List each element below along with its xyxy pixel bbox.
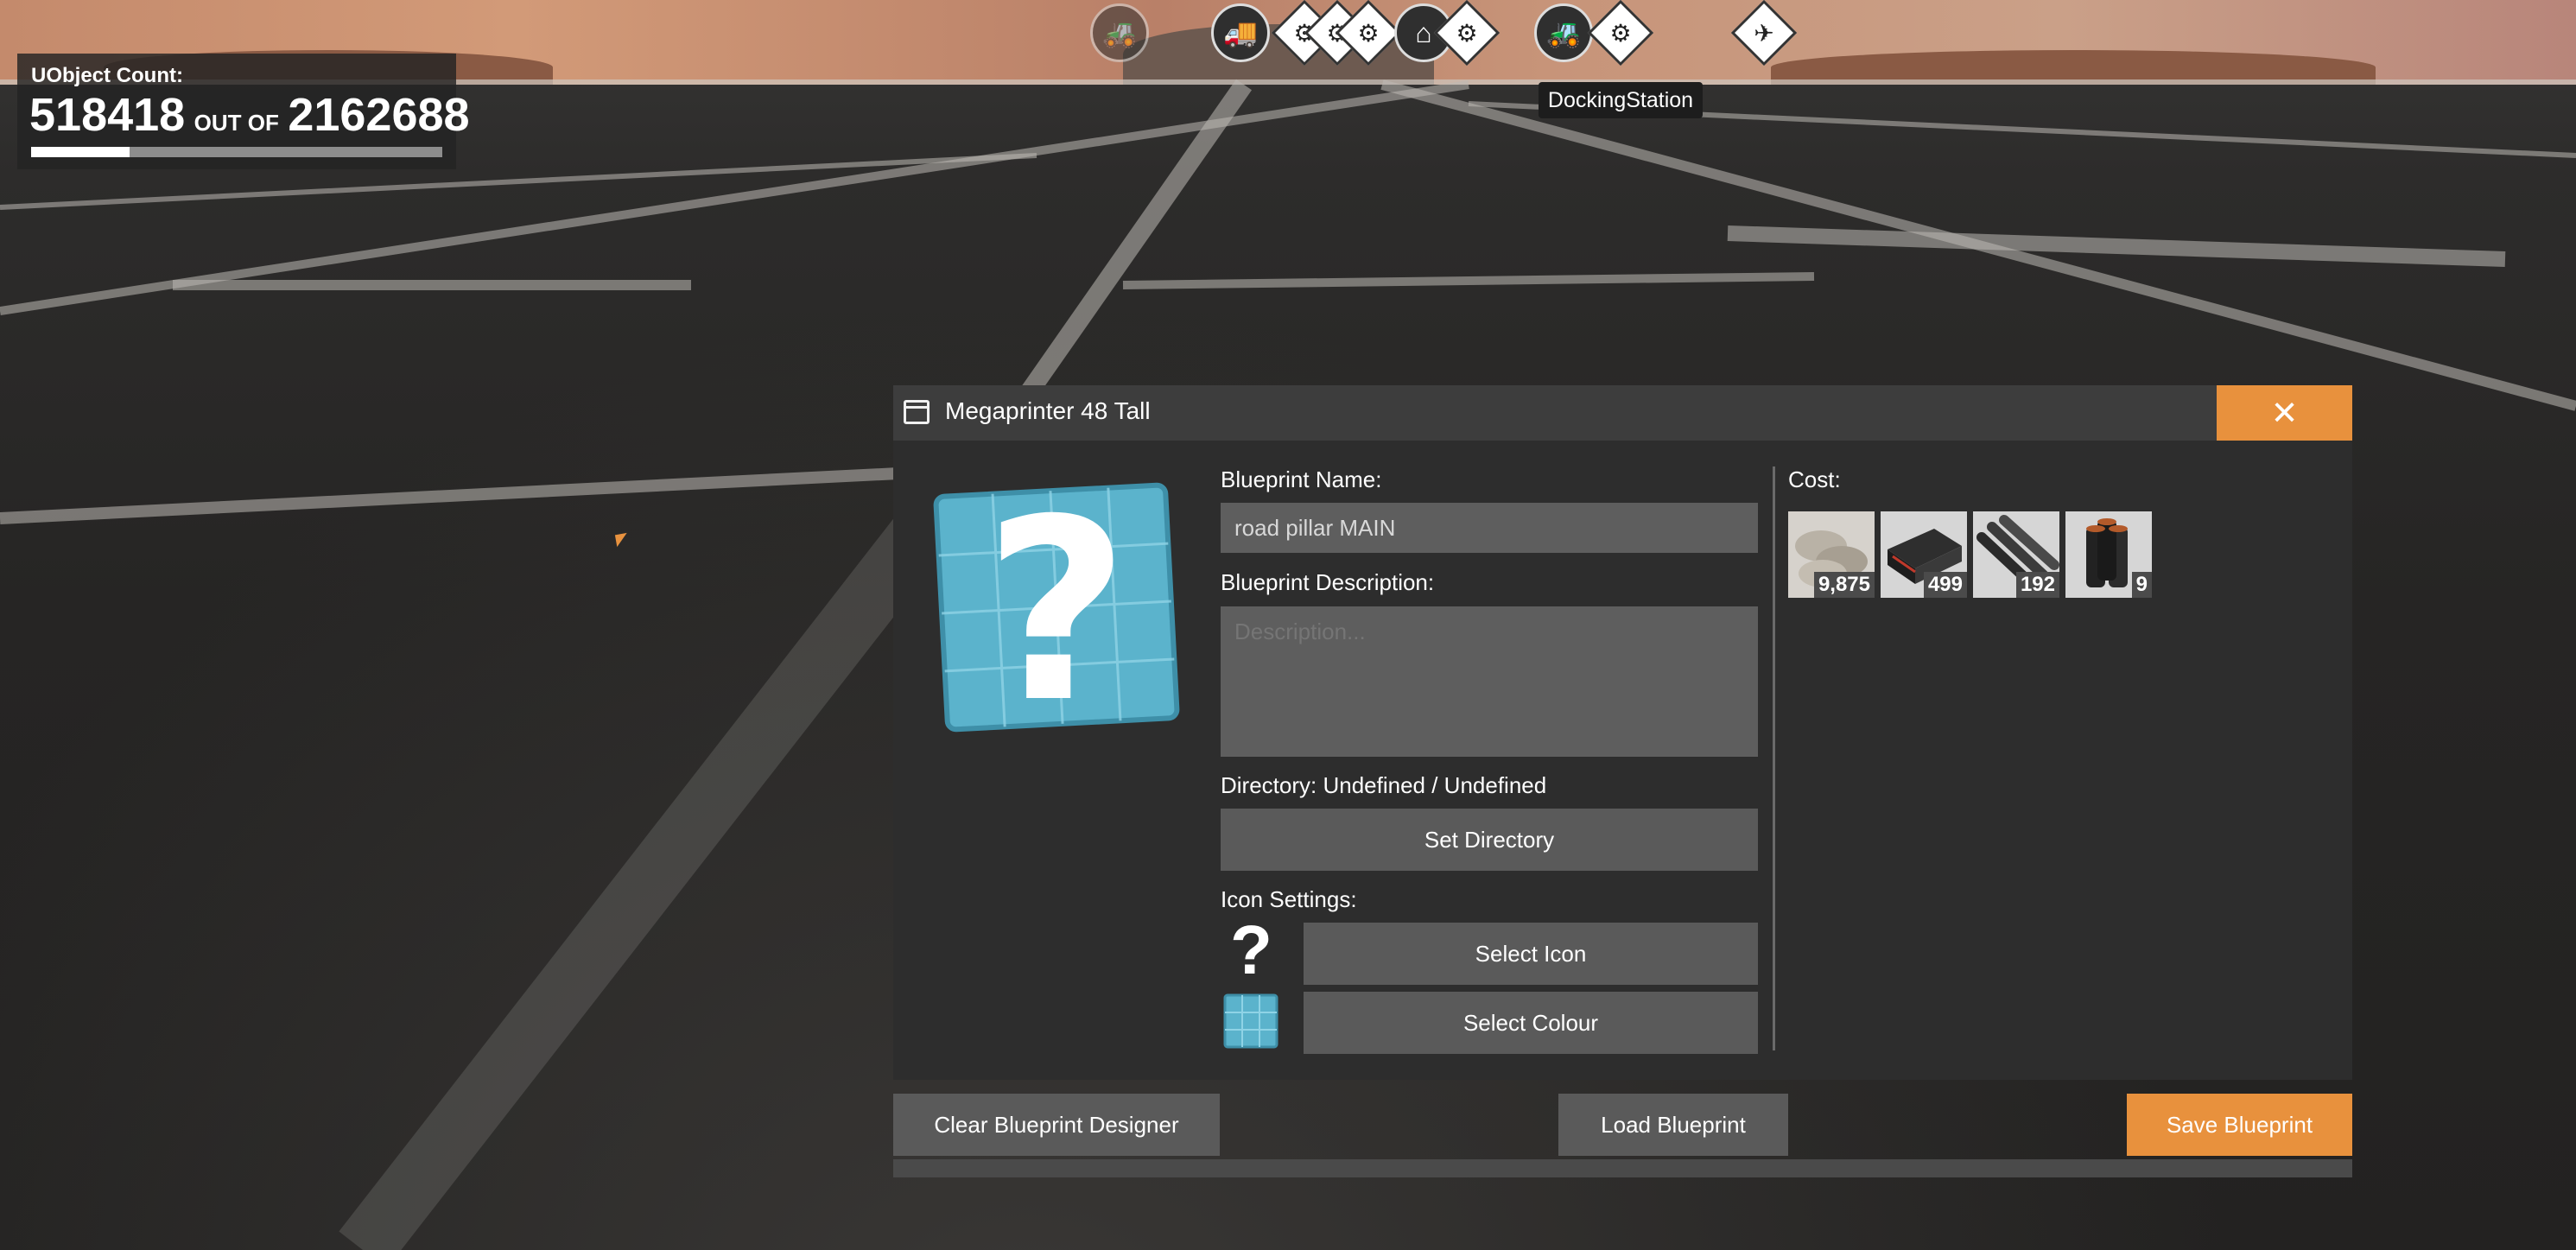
cost-quantity: 499 xyxy=(1923,572,1967,598)
blueprint-description-input[interactable] xyxy=(1221,606,1758,757)
uobject-count-label: UObject Count: xyxy=(31,64,183,87)
dialog-body: ? Blueprint Name: Blueprint Description:… xyxy=(893,441,2352,1080)
footer-strip xyxy=(893,1159,2352,1177)
tractor-icon[interactable]: 🚜 xyxy=(1090,3,1149,62)
select-icon-button[interactable]: Select Icon xyxy=(1304,923,1758,985)
uobject-progress-bar xyxy=(31,147,442,157)
set-directory-button[interactable]: Set Directory xyxy=(1221,809,1758,871)
close-button[interactable]: ✕ xyxy=(2217,385,2352,441)
uobject-counter-panel: UObject Count: 518418 OUT OF 2162688 xyxy=(17,54,470,169)
blueprint-name-input[interactable] xyxy=(1221,503,1758,553)
blueprint-name-label: Blueprint Name: xyxy=(1221,466,1382,492)
cost-items-list: 9,875 499 192 9 xyxy=(1788,511,2152,598)
mouse-cursor xyxy=(614,532,630,548)
blueprint-designer-dialog: Megaprinter 48 Tall ✕ ? Blueprint Name: … xyxy=(893,385,2352,1177)
uobject-progress-fill xyxy=(31,147,130,157)
tractor-icon[interactable]: 🚜 xyxy=(1534,3,1593,62)
blueprint-icon-preview[interactable]: ? xyxy=(933,466,1180,758)
cost-quantity: 9 xyxy=(2131,572,2152,598)
cost-item-concrete[interactable]: 9,875 xyxy=(1788,511,1875,598)
clear-blueprint-designer-button[interactable]: Clear Blueprint Designer xyxy=(893,1094,1220,1156)
colour-swatch-icon xyxy=(1223,993,1278,1049)
uobject-current: 518418 xyxy=(29,89,186,141)
out-of-label: OUT OF xyxy=(194,110,279,136)
docking-station-tooltip: DockingStation xyxy=(1539,82,1703,118)
blueprint-description-label: Blueprint Description: xyxy=(1221,569,1435,595)
load-blueprint-button[interactable]: Load Blueprint xyxy=(1558,1094,1788,1156)
icon-settings-label: Icon Settings: xyxy=(1221,886,1357,912)
svg-text:?: ? xyxy=(984,482,1129,733)
cost-item-rubber-pipes[interactable]: 9 xyxy=(2065,511,2152,598)
uobject-count-values: 518418 OUT OF 2162688 xyxy=(29,88,470,142)
cost-quantity: 9,875 xyxy=(1813,572,1875,598)
dialog-footer: Clear Blueprint Designer Load Blueprint … xyxy=(893,1094,2352,1177)
column-divider xyxy=(1773,466,1775,1050)
directory-text: Directory: Undefined / Undefined xyxy=(1221,772,1547,798)
cost-item-steel-frame[interactable]: 499 xyxy=(1881,511,1967,598)
dialog-title: Megaprinter 48 Tall xyxy=(945,397,1151,424)
dialog-header: Megaprinter 48 Tall ✕ xyxy=(893,385,2352,441)
uobject-total: 2162688 xyxy=(288,89,470,141)
truck-icon[interactable]: 🚚 xyxy=(1211,3,1270,62)
cost-quantity: 192 xyxy=(2015,572,2059,598)
question-icon: ? xyxy=(1230,911,1272,988)
factory-icon[interactable]: ⚙ xyxy=(1591,3,1650,62)
select-colour-button[interactable]: Select Colour xyxy=(1304,992,1758,1054)
factory-icon[interactable]: ⚙ xyxy=(1437,3,1496,62)
drone-icon[interactable]: ✈ xyxy=(1735,3,1793,62)
cost-label: Cost: xyxy=(1788,466,1841,492)
cost-item-steel-pipes[interactable]: 192 xyxy=(1973,511,2059,598)
blueprint-question-icon: ? xyxy=(933,466,1180,758)
save-blueprint-button[interactable]: Save Blueprint xyxy=(2127,1094,2352,1156)
factory-icon[interactable]: ⚙ xyxy=(1339,3,1398,62)
window-icon xyxy=(904,400,930,424)
